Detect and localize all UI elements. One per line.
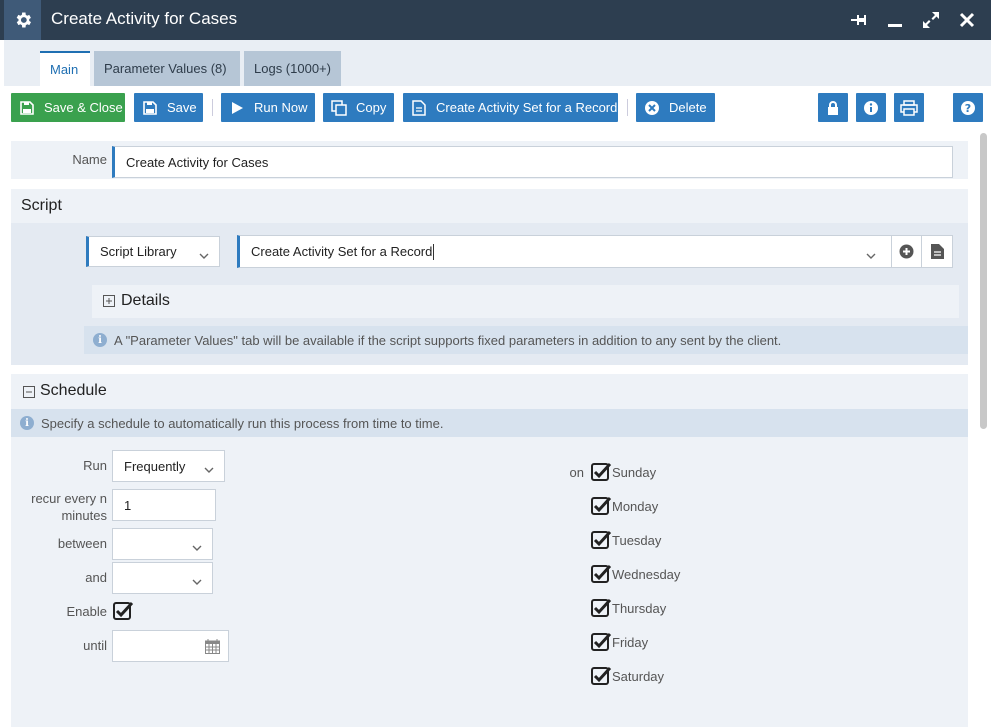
- saturday-label: Saturday: [612, 669, 665, 684]
- create-activity-set-button[interactable]: Create Activity Set for a Record: [403, 93, 618, 122]
- collapse-minus-icon[interactable]: [23, 386, 35, 402]
- recur-input[interactable]: 1: [112, 489, 216, 521]
- enable-label: Enable: [66, 604, 107, 619]
- script-panel: Script Script Library Create Activity Se…: [11, 189, 968, 365]
- tab-parameter-values[interactable]: Parameter Values (8): [94, 51, 240, 86]
- run-label: Run: [83, 458, 107, 473]
- tuesday-label: Tuesday: [612, 533, 662, 548]
- recur-label: recur every n minutes: [31, 491, 107, 523]
- expand-plus-icon: [103, 295, 115, 311]
- between-label: between: [57, 536, 107, 551]
- play-icon: [229, 100, 245, 116]
- run-select[interactable]: Frequently: [112, 450, 225, 482]
- details-expander[interactable]: Details: [92, 285, 959, 318]
- pin-icon[interactable]: [848, 8, 870, 32]
- thursday-label: Thursday: [612, 601, 667, 616]
- close-icon[interactable]: [956, 8, 978, 32]
- tab-bar: Main Parameter Values (8) Logs (1000+): [4, 40, 991, 86]
- save-close-button[interactable]: Save & Close: [11, 93, 125, 122]
- run-now-button[interactable]: Run Now: [221, 93, 315, 122]
- tab-logs[interactable]: Logs (1000+): [244, 51, 341, 86]
- name-input[interactable]: Create Activity for Cases: [112, 146, 953, 178]
- wednesday-checkbox[interactable]: [591, 563, 612, 583]
- maximize-icon[interactable]: [920, 8, 942, 32]
- monday-label: Monday: [612, 499, 659, 514]
- toolbar: Save & Close Save Run Now Copy Create Ac…: [4, 86, 991, 131]
- help-icon[interactable]: ?: [953, 93, 983, 122]
- chevron-down-icon: [199, 248, 209, 263]
- info-circle-icon: i: [20, 416, 34, 430]
- sunday-label: Sunday: [612, 465, 657, 480]
- info-icon[interactable]: [856, 93, 886, 122]
- title-bar: Create Activity for Cases: [0, 0, 991, 40]
- script-section-title: Script: [21, 197, 62, 214]
- scrollbar-thumb[interactable]: [980, 133, 987, 429]
- chevron-down-icon: [192, 574, 202, 589]
- main-content: Name Create Activity for Cases Script Sc…: [4, 131, 976, 727]
- lock-icon[interactable]: [818, 93, 848, 122]
- add-circle-icon[interactable]: [892, 236, 922, 267]
- wednesday-label: Wednesday: [612, 567, 681, 582]
- and-label: and: [85, 570, 107, 585]
- document-icon: [411, 99, 427, 116]
- friday-label: Friday: [612, 635, 649, 650]
- chevron-down-icon: [204, 462, 214, 477]
- minimize-icon[interactable]: [884, 8, 906, 32]
- delete-button[interactable]: Delete: [636, 93, 715, 122]
- calendar-icon[interactable]: [205, 639, 220, 657]
- save-icon: [142, 100, 158, 116]
- and-select[interactable]: [112, 562, 213, 594]
- window-title: Create Activity for Cases: [51, 9, 238, 28]
- toolbar-divider: [627, 99, 628, 116]
- toolbar-divider: [212, 99, 213, 116]
- info-circle-icon: i: [93, 333, 107, 347]
- copy-button[interactable]: Copy: [323, 93, 394, 122]
- svg-text:?: ?: [965, 102, 971, 115]
- script-info-bar: i A "Parameter Values" tab will be avail…: [84, 326, 968, 354]
- schedule-section-title: Schedule: [40, 382, 107, 399]
- enable-checkbox[interactable]: [113, 600, 134, 620]
- delete-icon: [644, 100, 660, 116]
- thursday-checkbox[interactable]: [591, 597, 612, 617]
- tab-main[interactable]: Main: [40, 51, 90, 86]
- sunday-checkbox[interactable]: [591, 461, 612, 481]
- between-select[interactable]: [112, 528, 213, 560]
- until-date-input[interactable]: [112, 630, 229, 662]
- chevron-down-icon: [192, 540, 202, 555]
- name-panel: Name Create Activity for Cases: [11, 141, 968, 179]
- friday-checkbox[interactable]: [591, 631, 612, 651]
- print-icon[interactable]: [894, 93, 924, 122]
- monday-checkbox[interactable]: [591, 495, 612, 515]
- chevron-down-icon[interactable]: [866, 248, 876, 263]
- tuesday-checkbox[interactable]: [591, 529, 612, 549]
- copy-icon: [331, 99, 347, 116]
- schedule-panel: Schedule i Specify a schedule to automat…: [11, 374, 968, 727]
- save-icon: [19, 100, 35, 116]
- saturday-checkbox[interactable]: [591, 665, 612, 685]
- document-icon[interactable]: [922, 236, 952, 267]
- text-cursor: [433, 243, 435, 260]
- vertical-scrollbar[interactable]: [976, 131, 991, 727]
- gear-icon[interactable]: [4, 0, 41, 40]
- name-label: Name: [72, 152, 107, 167]
- until-label: until: [83, 638, 107, 653]
- on-label: on: [569, 465, 584, 480]
- script-select[interactable]: Create Activity Set for a Record: [237, 235, 953, 268]
- save-button[interactable]: Save: [134, 93, 203, 122]
- schedule-info-bar: i Specify a schedule to automatically ru…: [11, 409, 968, 437]
- script-source-select[interactable]: Script Library: [86, 236, 220, 267]
- details-label: Details: [121, 292, 170, 309]
